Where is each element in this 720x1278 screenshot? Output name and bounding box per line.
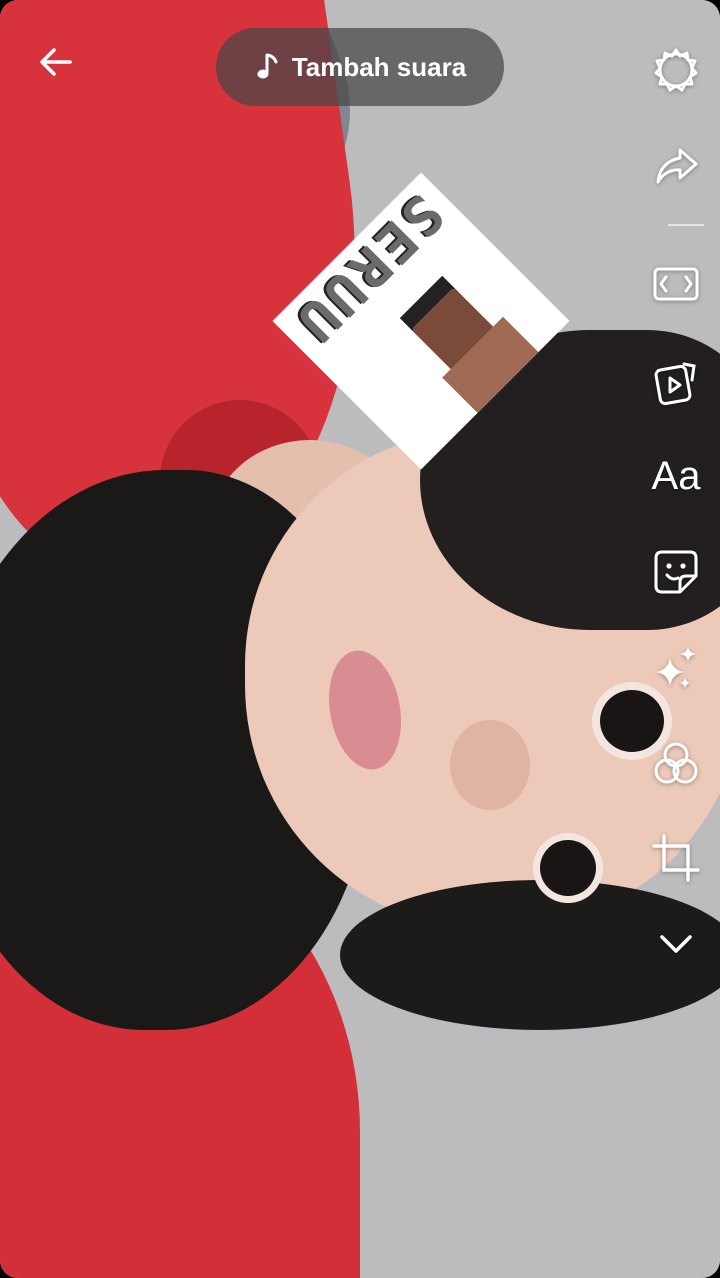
more-tools-button[interactable] [650, 918, 702, 970]
editor-toolbar: Aa [620, 0, 720, 1000]
share-arrow-icon [656, 148, 698, 184]
share-button[interactable] [650, 140, 702, 192]
filters-button[interactable] [650, 738, 702, 790]
settings-button[interactable] [650, 44, 702, 96]
text-button[interactable]: Aa [650, 450, 702, 502]
video-clip-icon [654, 362, 696, 406]
music-note-icon [257, 53, 278, 79]
effects-button[interactable] [650, 642, 702, 694]
toolbar-divider [668, 224, 704, 226]
photo-region-eye [540, 840, 596, 896]
aspect-ratio-button[interactable] [650, 258, 702, 310]
sticker-icon [654, 550, 698, 594]
aspect-ratio-icon [653, 267, 699, 301]
sparkle-icon [656, 646, 696, 688]
crop-button[interactable] [650, 832, 702, 884]
filter-circles-icon [654, 742, 698, 784]
photo-canvas [0, 0, 720, 1278]
text-tool-label: Aa [651, 453, 701, 498]
photo-region-nose [450, 720, 530, 810]
chevron-down-icon [660, 935, 692, 953]
video-clip-button[interactable] [650, 356, 702, 408]
add-sound-label: Tambah suara [291, 51, 467, 82]
back-button[interactable] [30, 36, 82, 88]
arrow-left-icon [40, 48, 72, 76]
sticker-button[interactable] [650, 546, 702, 598]
story-editor-screen: SERUU Tambah suara Aa [0, 0, 720, 1278]
gear-icon [654, 48, 698, 92]
crop-icon [652, 834, 700, 882]
add-sound-button[interactable]: Tambah suara [216, 28, 504, 106]
